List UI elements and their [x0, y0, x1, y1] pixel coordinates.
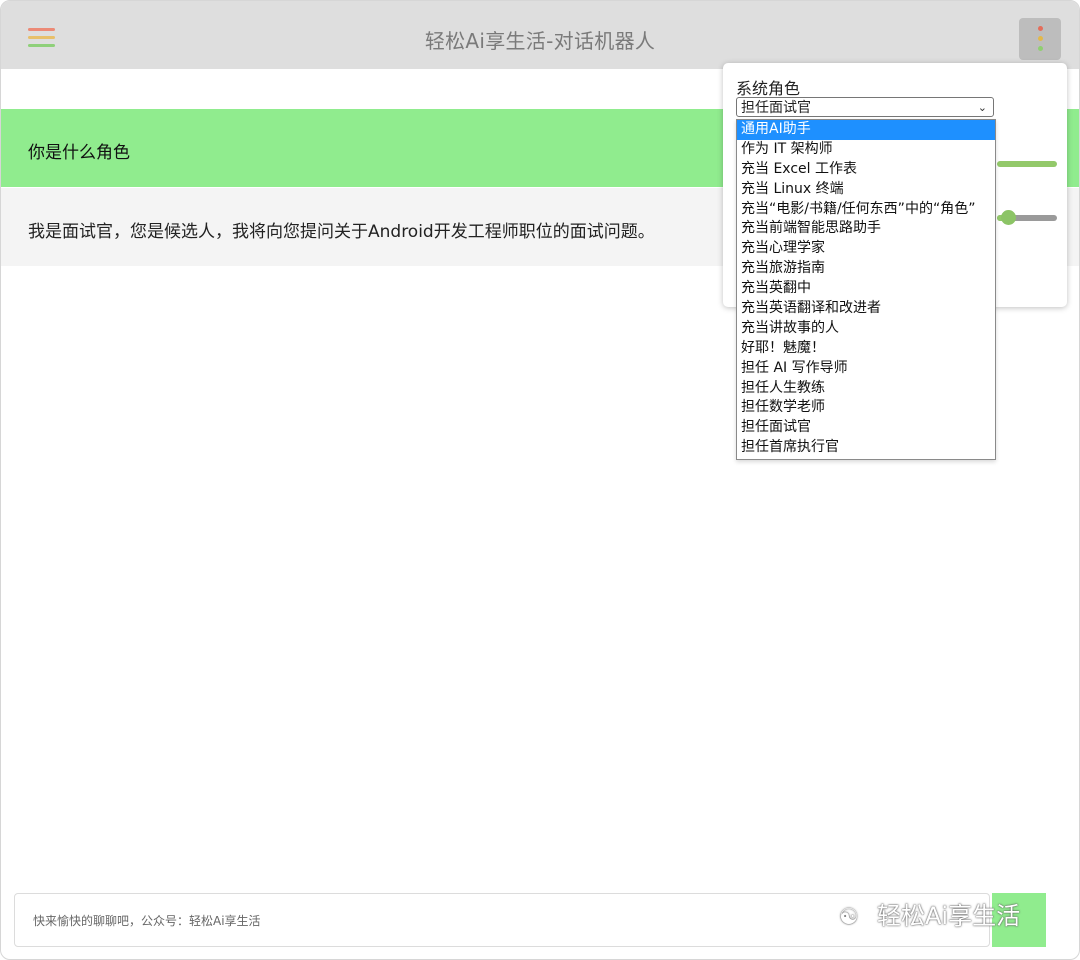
role-option[interactable]: 充当英翻中 — [737, 279, 995, 299]
role-option[interactable]: 好耶！魅魔！ — [737, 339, 995, 359]
role-option[interactable]: 担任 AI 写作导师 — [737, 359, 995, 379]
role-option[interactable]: 通用AI助手 — [737, 120, 995, 140]
app-title: 轻松Ai享生活-对话机器人 — [424, 29, 656, 53]
role-option[interactable]: 充当英语翻译和改进者 — [737, 299, 995, 319]
dot — [1038, 36, 1043, 41]
role-select-value: 担任面试官 — [741, 100, 811, 116]
role-option[interactable]: 充当心理学家 — [737, 239, 995, 259]
role-option[interactable]: 充当前端智能思路助手 — [737, 219, 995, 239]
watermark-text: 轻松Ai享生活 — [877, 902, 1021, 930]
role-option[interactable]: 担任数学老师 — [737, 398, 995, 418]
dot — [1038, 46, 1043, 51]
role-option[interactable]: 担任首席执行官 — [737, 438, 995, 458]
app-window: 轻松Ai享生活-对话机器人 你是什么角色 我是面试官，您是候选人，我将向您提问关… — [0, 0, 1080, 960]
role-option[interactable]: 担任面试官 — [737, 418, 995, 438]
role-option[interactable]: 充当 Linux 终端 — [737, 180, 995, 200]
slider-track[interactable] — [997, 161, 1057, 167]
assistant-message-text: 我是面试官，您是候选人，我将向您提问关于Android开发工程师职位的面试问题。 — [28, 222, 655, 242]
role-option[interactable]: 充当“电影/书籍/任何东西”中的“角色” — [737, 200, 995, 220]
role-select[interactable]: 担任面试官 ⌄ — [736, 97, 994, 117]
role-dropdown-list: 通用AI助手 作为 IT 架构师 充当 Excel 工作表 充当 Linux 终端 充当… — [736, 119, 996, 460]
role-option[interactable]: 充当 Excel 工作表 — [737, 160, 995, 180]
watermark: ☯ 轻松Ai享生活 — [839, 896, 1049, 930]
slider-thumb[interactable] — [1001, 210, 1016, 225]
dot — [1038, 26, 1043, 31]
message-input[interactable] — [31, 894, 975, 948]
role-option[interactable]: 作为 IT 架构师 — [737, 140, 995, 160]
chevron-down-icon: ⌄ — [977, 101, 987, 114]
role-option[interactable]: 担任人生教练 — [737, 379, 995, 399]
role-label: 系统角色 — [736, 79, 801, 98]
wechat-icon: ☯ — [839, 905, 859, 930]
role-option[interactable]: 充当讲故事的人 — [737, 319, 995, 339]
settings-dots-icon[interactable] — [1019, 18, 1061, 60]
user-message-text: 你是什么角色 — [28, 143, 130, 163]
header: 轻松Ai享生活-对话机器人 — [1, 1, 1079, 69]
role-option[interactable]: 充当旅游指南 — [737, 259, 995, 279]
